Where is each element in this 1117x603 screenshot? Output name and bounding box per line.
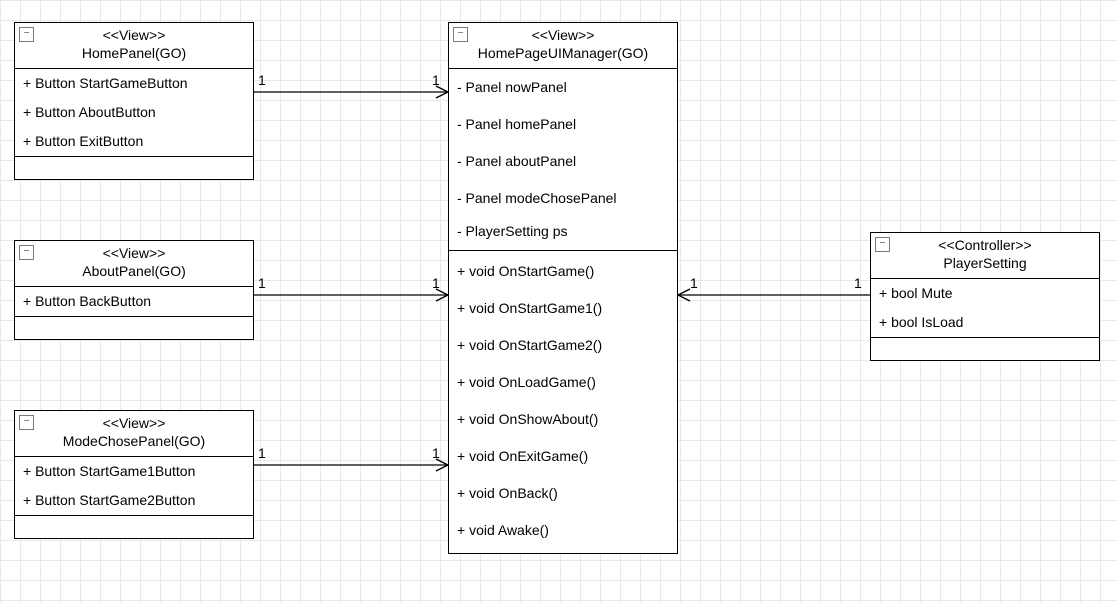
class-name: AboutPanel(GO) [82, 263, 186, 279]
class-aboutpanel[interactable]: − <<View>> AboutPanel(GO) + Button BackB… [14, 240, 254, 340]
collapse-icon[interactable]: − [19, 415, 34, 430]
class-name: HomePageUIManager(GO) [478, 45, 648, 61]
methods-empty [15, 157, 253, 179]
attributes: + bool Mute + bool IsLoad [871, 279, 1099, 338]
attributes: + Button BackButton [15, 287, 253, 317]
class-header: − <<View>> HomePanel(GO) [15, 23, 253, 69]
class-header: − <<View>> AboutPanel(GO) [15, 241, 253, 287]
class-name: HomePanel(GO) [82, 45, 186, 61]
collapse-icon[interactable]: − [453, 27, 468, 42]
mult-modepanel-dst: 1 [432, 445, 440, 461]
class-playersetting[interactable]: − <<Controller>> PlayerSetting + bool Mu… [870, 232, 1100, 361]
attr: + bool Mute [871, 279, 1099, 308]
mult-player-dst: 1 [690, 275, 698, 291]
class-header: − <<View>> HomePageUIManager(GO) [449, 23, 677, 69]
class-modechosepanel[interactable]: − <<View>> ModeChosePanel(GO) + Button S… [14, 410, 254, 539]
class-header: − <<Controller>> PlayerSetting [871, 233, 1099, 279]
class-homepageuimanager[interactable]: − <<View>> HomePageUIManager(GO) - Panel… [448, 22, 678, 554]
stereotype: <<View>> [103, 27, 166, 43]
method: + void OnExitGame() [449, 438, 677, 475]
attr: + Button StartGame2Button [15, 486, 253, 515]
method: + void OnBack() [449, 475, 677, 512]
method: + void Awake() [449, 512, 677, 553]
methods: + void OnStartGame() + void OnStartGame1… [449, 251, 677, 553]
attr: - Panel modeChosePanel [449, 180, 677, 217]
attr: + Button StartGameButton [15, 69, 253, 98]
class-name: ModeChosePanel(GO) [63, 433, 205, 449]
mult-modepanel-src: 1 [258, 445, 266, 461]
collapse-icon[interactable]: − [875, 237, 890, 252]
method: + void OnStartGame() [449, 251, 677, 290]
methods-empty [15, 516, 253, 538]
method: + void OnLoadGame() [449, 364, 677, 401]
collapse-icon[interactable]: − [19, 245, 34, 260]
attr: - PlayerSetting ps [449, 217, 677, 250]
mult-aboutpanel-src: 1 [258, 275, 266, 291]
attributes: + Button StartGameButton + Button AboutB… [15, 69, 253, 157]
attr: + Button BackButton [15, 287, 253, 316]
stereotype: <<View>> [532, 27, 595, 43]
attr: + Button ExitButton [15, 127, 253, 156]
class-name: PlayerSetting [943, 255, 1026, 271]
attributes: - Panel nowPanel - Panel homePanel - Pan… [449, 69, 677, 251]
attr: - Panel homePanel [449, 106, 677, 143]
mult-player-src: 1 [854, 275, 862, 291]
method: + void OnStartGame2() [449, 327, 677, 364]
collapse-icon[interactable]: − [19, 27, 34, 42]
method: + void OnStartGame1() [449, 290, 677, 327]
stereotype: <<View>> [103, 415, 166, 431]
class-header: − <<View>> ModeChosePanel(GO) [15, 411, 253, 457]
method: + void OnShowAbout() [449, 401, 677, 438]
mult-homepanel-src: 1 [258, 72, 266, 88]
attr: + bool IsLoad [871, 308, 1099, 337]
attr: - Panel aboutPanel [449, 143, 677, 180]
attr: - Panel nowPanel [449, 69, 677, 106]
class-homepanel[interactable]: − <<View>> HomePanel(GO) + Button StartG… [14, 22, 254, 180]
attr: + Button StartGame1Button [15, 457, 253, 486]
mult-homepanel-dst: 1 [432, 72, 440, 88]
stereotype: <<Controller>> [938, 237, 1031, 253]
stereotype: <<View>> [103, 245, 166, 261]
methods-empty [871, 338, 1099, 360]
methods-empty [15, 317, 253, 339]
attr: + Button AboutButton [15, 98, 253, 127]
mult-aboutpanel-dst: 1 [432, 275, 440, 291]
attributes: + Button StartGame1Button + Button Start… [15, 457, 253, 516]
